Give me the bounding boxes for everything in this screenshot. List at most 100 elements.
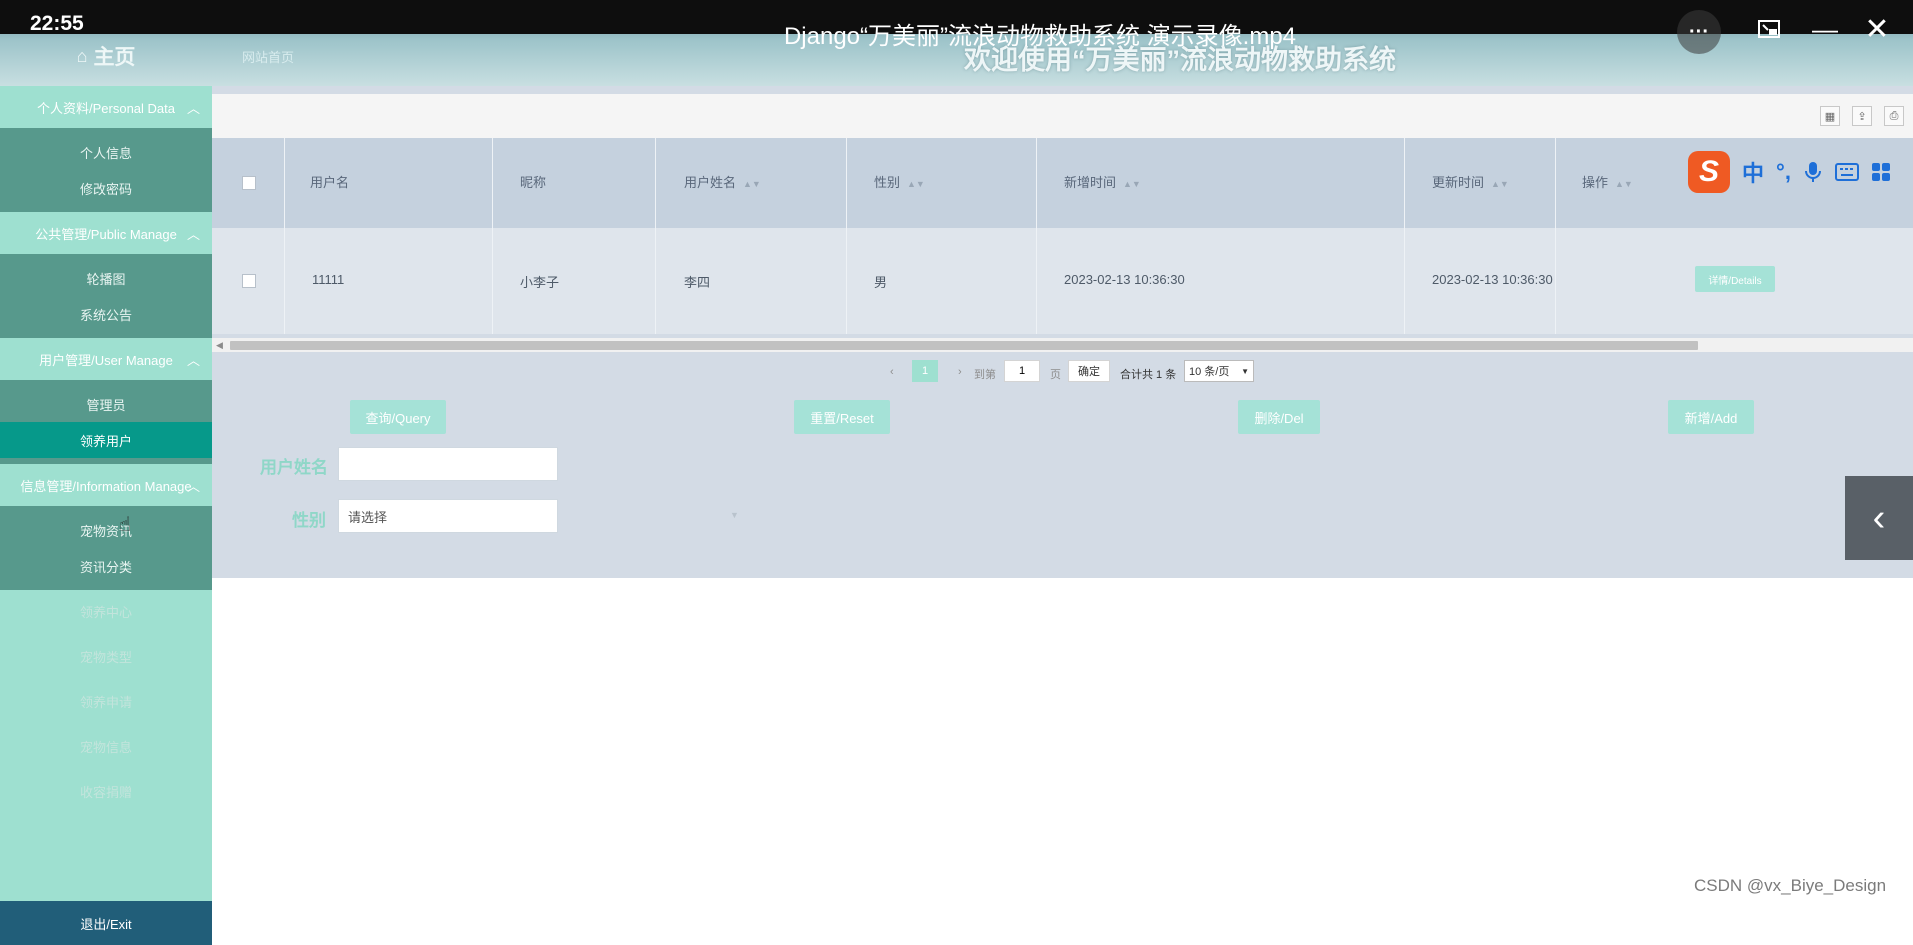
sidebar-item-pet-type[interactable]: 宠物类型 — [0, 635, 212, 677]
column-divider — [284, 138, 285, 334]
page-unit-label: 页 — [1050, 369, 1061, 381]
sidebar-group-public-manage[interactable]: 公共管理/Public Manage ︿ — [0, 212, 212, 254]
sidebar-item-pet-news[interactable]: 宠物资讯 — [0, 512, 212, 548]
sort-icon: ▲▼ — [907, 179, 925, 189]
sidebar-group-user-manage[interactable]: 用户管理/User Manage ︿ — [0, 338, 212, 380]
column-header-gender[interactable]: 性别 ▲▼ — [874, 172, 925, 191]
column-header-nickname[interactable]: 昵称 — [520, 172, 546, 191]
sidebar: 个人资料/Personal Data ︿ 个人信息 修改密码 公共管理/Publ… — [0, 86, 212, 945]
details-button[interactable]: 详情/Details — [1695, 266, 1775, 292]
column-divider — [492, 138, 493, 334]
scroll-left-icon[interactable]: ◀ — [216, 340, 223, 351]
export-icon[interactable]: ⇪ — [1852, 106, 1872, 126]
query-button[interactable]: 查询/Query — [350, 400, 446, 434]
video-title: Django“万美丽”流浪动物救助系统 演示录像.mp4 — [783, 23, 1297, 50]
picture-in-picture-button[interactable] — [1752, 14, 1786, 44]
pip-icon — [1758, 20, 1780, 38]
sidebar-item-adoption-request[interactable]: 领养申请 — [0, 680, 212, 722]
table-row[interactable] — [212, 228, 1913, 334]
prev-page-button[interactable]: ‹ — [890, 366, 894, 378]
more-options-button[interactable]: ··· — [1677, 10, 1721, 54]
page-number-current[interactable]: 1 — [912, 360, 938, 382]
add-button[interactable]: 新增/Add — [1668, 400, 1754, 434]
ime-punctuation-toggle[interactable]: °, — [1776, 159, 1791, 185]
column-header-created[interactable]: 新增时间 ▲▼ — [1064, 172, 1141, 191]
sidebar-item-pet-info[interactable]: 宠物信息 — [0, 725, 212, 767]
group-label: 用户管理/User Manage — [39, 352, 173, 368]
column-header-updated[interactable]: 更新时间 ▲▼ — [1432, 172, 1509, 191]
ime-toolbar: S 中 °, — [1688, 151, 1891, 193]
cell-nickname: 小李子 — [520, 275, 560, 290]
select-all-checkbox[interactable] — [242, 176, 256, 190]
site-home-link[interactable]: 网站首页 — [242, 47, 294, 66]
sidebar-item-adopter[interactable]: 领养用户 — [0, 422, 212, 458]
print-icon[interactable]: ⎙ — [1884, 106, 1904, 126]
hand-cursor-icon: ☝ — [119, 514, 132, 536]
sidebar-item-personal-info[interactable]: 个人信息 — [0, 134, 212, 170]
sidebar-item-news-category[interactable]: 资讯分类 — [0, 548, 212, 584]
sort-icon: ▲▼ — [1491, 179, 1509, 189]
column-divider — [655, 138, 656, 334]
sort-icon: ▲▼ — [1123, 179, 1141, 189]
sidebar-item-adoption-center[interactable]: 领养中心 — [0, 590, 212, 632]
cell-real-name: 李四 — [684, 275, 711, 290]
keyboard-icon[interactable] — [1834, 163, 1859, 181]
sidebar-item-admin[interactable]: 管理员 — [0, 386, 212, 422]
goto-label: 到第 — [974, 369, 996, 381]
home-link[interactable]: ⌂ 主页 — [0, 36, 212, 76]
ellipsis-icon: ··· — [1689, 20, 1709, 43]
table-header — [212, 138, 1913, 228]
total-count: 合计共 1 条 — [1120, 369, 1177, 381]
home-label: 主页 — [93, 46, 136, 69]
name-label: 用户姓名 — [260, 458, 328, 477]
chevron-left-icon: ‹ — [1872, 496, 1886, 539]
apps-grid-icon[interactable] — [1871, 162, 1891, 182]
minimize-icon: — — [1812, 13, 1838, 44]
gender-label: 性别 — [292, 511, 326, 530]
sidebar-item-change-password[interactable]: 修改密码 — [0, 170, 212, 206]
sort-icon: ▲▼ — [743, 179, 761, 189]
chevron-up-icon: ︿ — [186, 353, 200, 368]
sidebar-item-donation[interactable]: 收容捐赠 — [0, 770, 212, 812]
column-header-username[interactable]: 用户名 — [310, 172, 349, 191]
minimize-button[interactable]: — — [1808, 14, 1842, 44]
sidebar-group-personal-data[interactable]: 个人资料/Personal Data ︿ — [0, 86, 212, 128]
cell-username: 11111 — [312, 272, 345, 287]
chevron-down-icon: ▼ — [730, 510, 739, 520]
scrollbar-thumb[interactable] — [230, 341, 1698, 350]
ime-language-toggle[interactable]: 中 — [1742, 156, 1764, 188]
chevron-up-icon: ︿ — [186, 227, 200, 242]
chevron-up-icon: ︿ — [186, 479, 200, 494]
reset-button[interactable]: 重置/Reset — [794, 400, 890, 434]
next-page-button[interactable]: › — [958, 366, 962, 378]
column-divider — [1404, 138, 1405, 334]
microphone-icon[interactable] — [1803, 160, 1823, 184]
sidebar-group-body: 轮播图 系统公告 — [0, 254, 212, 338]
main-content: ▦ ⇪ ⎙ 用户名 昵称 用户姓名 ▲▼ 性别 ▲▼ 新增时间 ▲▼ 更新时间 ▲▼ 操… — [212, 86, 1913, 578]
sogou-logo-icon[interactable]: S — [1688, 151, 1730, 193]
sidebar-item-announcement[interactable]: 系统公告 — [0, 296, 212, 332]
page-size-select[interactable]: 10 条/页 ▼ — [1184, 360, 1254, 382]
sidebar-group-body: 管理员 领养用户 — [0, 380, 212, 464]
columns-icon[interactable]: ▦ — [1820, 106, 1840, 126]
goto-confirm-button[interactable]: 确定 — [1068, 360, 1110, 382]
close-button[interactable]: ✕ — [1860, 12, 1894, 46]
goto-page-input[interactable]: 1 — [1004, 360, 1040, 382]
group-label: 公共管理/Public Manage — [35, 226, 177, 242]
sidebar-group-information-manage[interactable]: 信息管理/Information Manage ︿ — [0, 464, 212, 506]
cell-updated: 2023-02-13 10:36:30 — [1432, 272, 1553, 287]
collapse-panel-button[interactable]: ‹ — [1845, 476, 1913, 560]
watermark-text: CSDN @vx_Biye_Design — [1694, 876, 1887, 895]
page-size-value: 10 条/页 — [1189, 366, 1230, 378]
column-header-real-name[interactable]: 用户姓名 ▲▼ — [684, 172, 761, 191]
sidebar-item-carousel[interactable]: 轮播图 — [0, 260, 212, 296]
gender-select[interactable]: 请选择 — [338, 499, 558, 533]
sidebar-item-exit[interactable]: 退出/Exit — [0, 901, 212, 945]
chevron-up-icon: ︿ — [186, 101, 200, 116]
row-checkbox[interactable] — [242, 274, 256, 288]
name-input[interactable] — [338, 447, 558, 481]
column-header-actions[interactable]: 操作 ▲▼ — [1582, 172, 1633, 191]
column-divider — [1036, 138, 1037, 334]
column-divider — [846, 138, 847, 334]
delete-button[interactable]: 删除/Del — [1238, 400, 1320, 434]
